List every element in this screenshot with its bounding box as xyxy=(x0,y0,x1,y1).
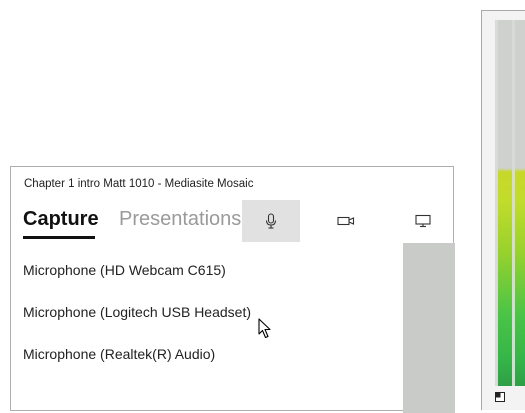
tab-presentations[interactable]: Presentations xyxy=(119,207,241,231)
mosaic-window: Chapter 1 intro Matt 1010 - Mediasite Mo… xyxy=(10,166,455,413)
level-bar-left xyxy=(498,20,512,386)
device-list-item[interactable]: Microphone (Realtek(R) Audio) xyxy=(23,346,215,362)
level-bar-right xyxy=(515,20,525,386)
monitor-icon xyxy=(415,214,431,228)
camera-source-button[interactable] xyxy=(317,200,375,242)
mouse-cursor-icon xyxy=(258,318,271,339)
monitor-source-button[interactable] xyxy=(394,200,452,242)
window-mode-icon[interactable] xyxy=(495,392,505,402)
microphone-icon xyxy=(265,213,277,229)
audio-level-meter-window xyxy=(481,10,525,410)
device-list-item[interactable]: Microphone (Logitech USB Headset) xyxy=(23,304,251,320)
microphone-source-button[interactable] xyxy=(242,200,300,242)
active-tab-underline xyxy=(23,236,95,239)
audio-level-meter xyxy=(495,20,525,386)
camera-icon xyxy=(337,216,355,226)
window-title: Chapter 1 intro Matt 1010 - Mediasite Mo… xyxy=(24,178,254,190)
device-list-item[interactable]: Microphone (HD Webcam C615) xyxy=(23,262,226,278)
side-panel xyxy=(403,243,455,413)
tab-capture[interactable]: Capture xyxy=(23,207,99,231)
